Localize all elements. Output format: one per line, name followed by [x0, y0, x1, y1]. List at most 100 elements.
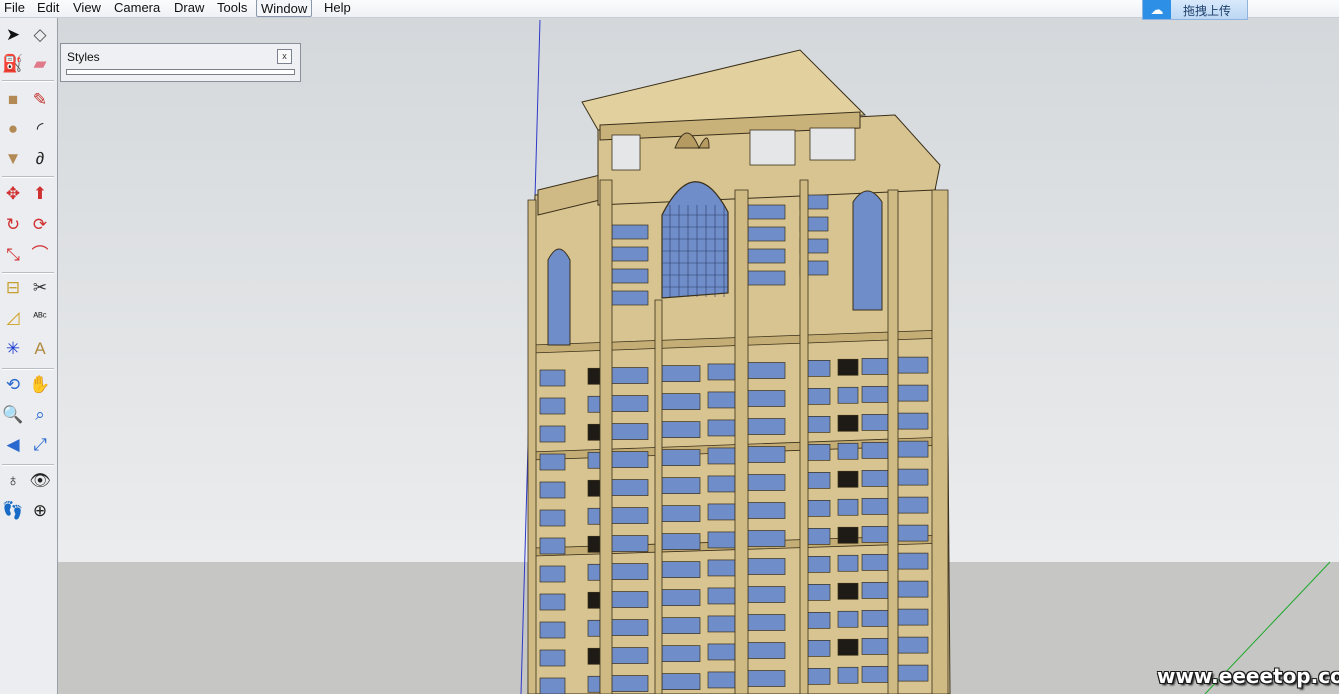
scale-tool-icon[interactable]: ⤡ — [0, 241, 26, 267]
tower-window — [707, 671, 736, 689]
tower-window — [807, 444, 831, 461]
section-plane-icon[interactable]: ⊕ — [27, 497, 53, 523]
side-arched-window — [547, 248, 571, 346]
zoom-window-icon[interactable]: ⌕ — [27, 401, 53, 427]
tower-window — [539, 593, 566, 611]
tower-window — [539, 565, 566, 583]
tower-window — [747, 474, 786, 491]
tower-window — [587, 619, 601, 637]
tape-measure-icon[interactable]: ⊟ — [0, 274, 26, 300]
freehand-tool-icon[interactable]: ∂ — [27, 145, 53, 171]
tower-window — [897, 580, 929, 598]
look-around-icon[interactable]: 👁 — [27, 467, 53, 493]
tower-window — [661, 421, 701, 438]
3d-text-icon[interactable]: A — [27, 335, 53, 361]
tower-window — [897, 356, 929, 374]
dimension-tool-icon[interactable]: ✂ — [27, 274, 53, 300]
tower-window — [861, 638, 889, 655]
tower-window — [837, 358, 859, 376]
tower-window — [587, 507, 601, 525]
arc-tool-icon[interactable]: ◜ — [27, 115, 53, 141]
tower-window — [897, 636, 929, 654]
tower-window — [897, 412, 929, 430]
menu-draw[interactable]: Draw — [170, 0, 208, 17]
menu-bar: File Edit View Camera Draw Tools Window Help — [0, 0, 1339, 18]
paint-bucket-icon[interactable]: ⛽ — [0, 50, 26, 76]
tower-window — [661, 393, 701, 410]
line-tool-icon[interactable]: ✎ — [27, 86, 53, 112]
tower-window — [587, 479, 601, 497]
model-viewport[interactable] — [58, 18, 1339, 694]
upper-window — [747, 204, 786, 220]
arched-window — [661, 181, 729, 299]
upper-window — [611, 268, 649, 284]
toolbar-separator — [2, 176, 54, 178]
tower-window — [607, 479, 649, 496]
pan-tool-icon[interactable]: ✋ — [27, 371, 53, 397]
upper-window — [611, 246, 649, 262]
tower-window — [607, 507, 649, 524]
protractor-icon[interactable]: ◿ — [0, 304, 26, 330]
tower-window — [539, 621, 566, 639]
rectangle-tool-icon[interactable]: ■ — [0, 86, 26, 112]
menu-help[interactable]: Help — [320, 0, 355, 17]
tower-window — [861, 666, 889, 683]
tower-window — [861, 414, 889, 431]
styles-panel[interactable]: Styles x — [60, 43, 301, 82]
axes-tool-icon[interactable]: ✳ — [0, 335, 26, 361]
tower-window — [747, 642, 786, 659]
circle-tool-icon[interactable]: ● — [0, 115, 26, 141]
cloud-upload-icon: ☁ — [1143, 0, 1171, 19]
tower-window — [897, 664, 929, 682]
tower-window — [861, 386, 889, 403]
eraser-icon[interactable]: ▰ — [27, 50, 53, 76]
tower-window — [661, 449, 701, 466]
menu-tools[interactable]: Tools — [213, 0, 251, 17]
tower-window — [587, 535, 601, 553]
tower-window — [707, 503, 736, 521]
tool-palette: ➤ ◇ ⛽ ▰ ■ ✎ ● ◜ ▼ ∂ ✥ ⬆ ↻ ⟳ ⤡ ⌒ ⊟ ✂ ◿ ᴬᴮᶜ ✳ A ⟲ ✋ 🔍 ⌕ ◀ ⤢ ♁ 👁 👣 ⊕ — [0, 18, 58, 694]
position-camera-icon[interactable]: ♁ — [0, 467, 26, 493]
select-tool-icon[interactable]: ➤ — [0, 21, 26, 47]
tower-window — [707, 531, 736, 549]
push-pull-icon[interactable]: ⬆ — [27, 180, 53, 206]
previous-view-icon[interactable]: ◀ — [0, 431, 26, 457]
make-component-icon[interactable]: ◇ — [27, 21, 53, 47]
close-icon[interactable]: x — [277, 49, 292, 64]
menu-view[interactable]: View — [69, 0, 105, 17]
watermark-text: www.eeeetop.com — [1157, 664, 1339, 688]
tower-window — [807, 472, 831, 489]
move-tool-icon[interactable]: ✥ — [0, 180, 26, 206]
tower-window — [837, 414, 859, 432]
rotate-tool-icon[interactable]: ↻ — [0, 211, 26, 237]
menu-file[interactable]: File — [0, 0, 29, 17]
follow-me-icon[interactable]: ⟳ — [27, 211, 53, 237]
upper-window — [611, 224, 649, 240]
text-tool-icon[interactable]: ᴬᴮᶜ — [27, 304, 53, 330]
tower-window — [539, 397, 566, 415]
tower-window — [861, 526, 889, 543]
tower-window — [607, 563, 649, 580]
tower-window — [861, 442, 889, 459]
styles-panel-resize-bar[interactable] — [66, 69, 295, 75]
menu-edit[interactable]: Edit — [33, 0, 63, 17]
toolbar-separator — [2, 464, 54, 466]
offset-tool-icon[interactable]: ⌒ — [27, 241, 53, 267]
menu-window[interactable]: Window — [256, 0, 313, 17]
zoom-extents-icon[interactable]: ⤢ — [27, 431, 53, 457]
tower-window — [861, 582, 889, 599]
pilaster — [654, 299, 663, 694]
upload-badge[interactable]: ☁ 拖拽上传 — [1142, 0, 1248, 20]
tower-window — [661, 477, 701, 494]
walk-tool-icon[interactable]: 👣 — [0, 497, 26, 523]
crown-opening — [611, 134, 641, 171]
tower-window — [539, 649, 566, 667]
tower-window — [807, 612, 831, 629]
styles-panel-title: Styles — [67, 50, 100, 64]
tower-window — [837, 526, 859, 544]
tower-window — [837, 666, 859, 684]
zoom-tool-icon[interactable]: 🔍 — [0, 401, 26, 427]
menu-camera[interactable]: Camera — [110, 0, 164, 17]
orbit-tool-icon[interactable]: ⟲ — [0, 371, 26, 397]
polygon-tool-icon[interactable]: ▼ — [0, 145, 26, 171]
